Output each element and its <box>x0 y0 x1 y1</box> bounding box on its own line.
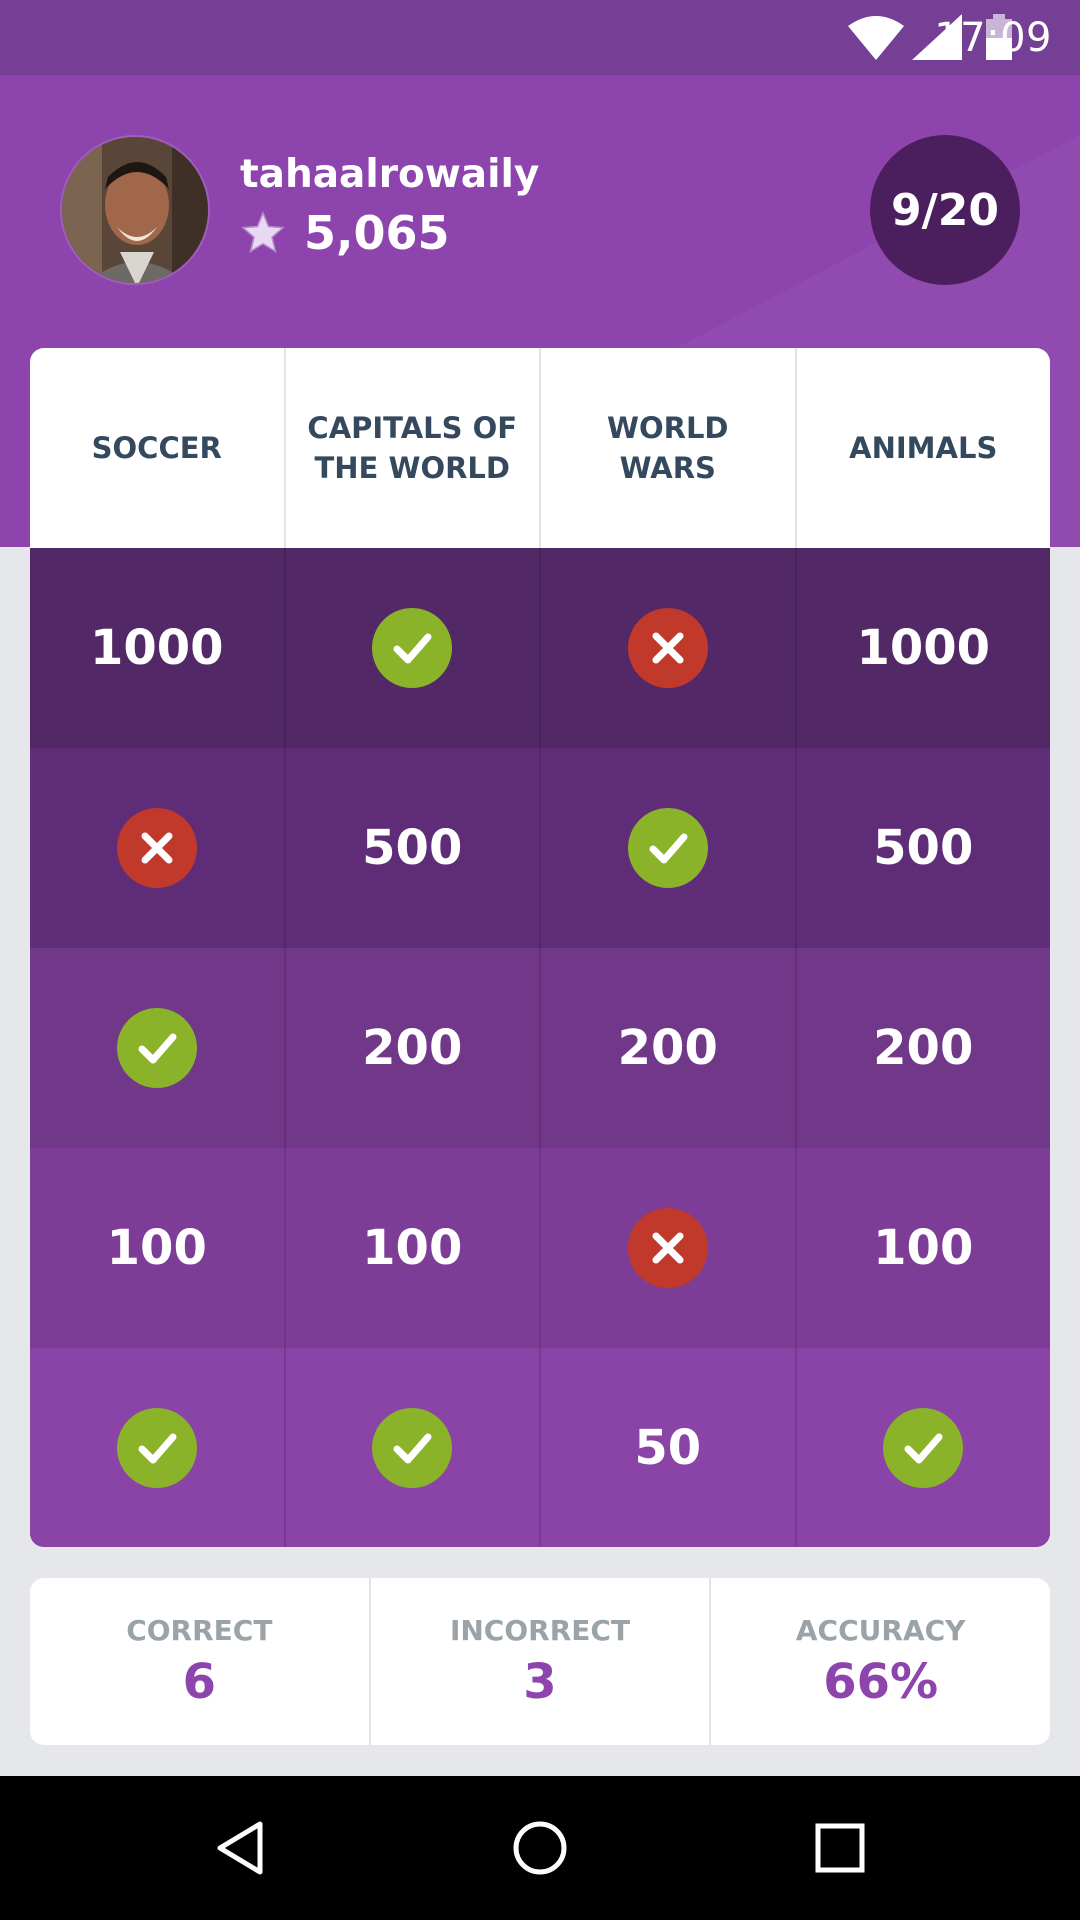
question-value-label: 200 <box>617 1020 718 1076</box>
answered-cell-soccer <box>30 748 286 948</box>
answered-cell-world-wars <box>541 548 797 748</box>
checkmark-icon <box>883 1408 964 1488</box>
category-animals: ANIMALS <box>849 431 998 465</box>
status-time: 17:09 <box>934 15 1052 61</box>
question-value-label: 1000 <box>89 620 224 676</box>
question-value-label: 1000 <box>856 620 991 676</box>
grid-row: 500 500 <box>30 748 1050 948</box>
checkmark-icon <box>116 1408 197 1488</box>
username: tahaalrowaily <box>240 152 540 197</box>
question-value-label: 100 <box>362 1220 463 1276</box>
stat-label: CORRECT <box>126 1613 273 1647</box>
grid-row: 1000 1000 <box>30 548 1050 748</box>
question-value-animals[interactable]: 500 <box>797 748 1051 948</box>
question-value-capitals[interactable]: 100 <box>286 1148 541 1348</box>
wifi-icon <box>848 16 904 60</box>
question-value-label: 50 <box>634 1420 702 1476</box>
avatar[interactable] <box>60 135 210 285</box>
stat-incorrect: INCORRECT 3 <box>371 1578 712 1745</box>
navigation-bar <box>0 1776 1080 1920</box>
question-value-world-wars[interactable]: 200 <box>541 948 797 1148</box>
question-value-label: 200 <box>873 1020 974 1076</box>
question-value-label: 200 <box>362 1020 463 1076</box>
question-value-capitals[interactable]: 200 <box>286 948 541 1148</box>
question-value-label: 100 <box>106 1220 207 1276</box>
star-icon <box>240 210 286 254</box>
question-value-animals[interactable]: 1000 <box>797 548 1051 748</box>
grid-row: 100 100 100 <box>30 1148 1050 1348</box>
progress-badge: 9/20 <box>870 135 1020 285</box>
grid-row: 50 <box>30 1348 1050 1547</box>
question-value-animals[interactable]: 100 <box>797 1148 1051 1348</box>
checkmark-icon <box>627 808 708 888</box>
back-icon[interactable] <box>210 1818 270 1878</box>
cross-icon <box>116 808 197 888</box>
stat-value: 6 <box>182 1653 217 1710</box>
avatar-photo <box>62 137 208 283</box>
question-value-world-wars[interactable]: 50 <box>541 1348 797 1547</box>
stat-label: INCORRECT <box>449 1613 631 1647</box>
category-soccer: SOCCER <box>30 348 286 548</box>
answered-cell-world-wars <box>541 748 797 948</box>
stat-value: 3 <box>523 1653 557 1710</box>
answered-cell-world-wars <box>541 1148 797 1348</box>
question-value-soccer[interactable]: 1000 <box>30 548 286 748</box>
stat-correct: CORRECT 6 <box>30 1578 371 1745</box>
answered-cell-capitals <box>286 1348 541 1547</box>
answered-cell-capitals <box>286 548 541 748</box>
checkmark-icon <box>372 608 453 688</box>
status-bar: 17:09 <box>0 0 1080 75</box>
question-value-soccer[interactable]: 100 <box>30 1148 286 1348</box>
question-grid: 1000 1000 500 500 200 200 200 100 100 100 50 <box>30 548 1050 1547</box>
question-value-capitals[interactable]: 500 <box>286 748 541 948</box>
recents-icon[interactable] <box>810 1818 870 1878</box>
category-header-row: SOCCER CAPITALS OF THE WORLD WORLD WARS … <box>30 348 1050 548</box>
question-value-label: 100 <box>873 1220 974 1276</box>
answered-cell-animals <box>797 1348 1051 1547</box>
checkmark-icon <box>116 1008 197 1088</box>
stat-value: 66% <box>823 1653 939 1710</box>
grid-row: 200 200 200 <box>30 948 1050 1148</box>
points-value: 5,065 <box>304 206 450 260</box>
home-icon[interactable] <box>510 1818 570 1878</box>
checkmark-icon <box>372 1408 453 1488</box>
cross-icon <box>627 1208 708 1288</box>
cross-icon <box>627 608 708 688</box>
category-world-wars: WORLD WARS <box>541 348 797 548</box>
stats-card: CORRECT 6 INCORRECT 3 ACCURACY 66% <box>30 1578 1050 1745</box>
question-value-label: 500 <box>362 820 463 876</box>
question-value-label: 500 <box>873 820 974 876</box>
stat-label: ACCURACY <box>795 1613 966 1647</box>
stat-accuracy: ACCURACY 66% <box>711 1578 1050 1745</box>
points-display: 5,065 <box>240 203 450 263</box>
question-value-animals[interactable]: 200 <box>797 948 1051 1148</box>
category-capitals: CAPITALS OF THE WORLD <box>286 348 541 548</box>
answered-cell-soccer <box>30 1348 286 1547</box>
game-board: SOCCER CAPITALS OF THE WORLD WORLD WARS … <box>30 348 1050 1547</box>
answered-cell-soccer <box>30 948 286 1148</box>
